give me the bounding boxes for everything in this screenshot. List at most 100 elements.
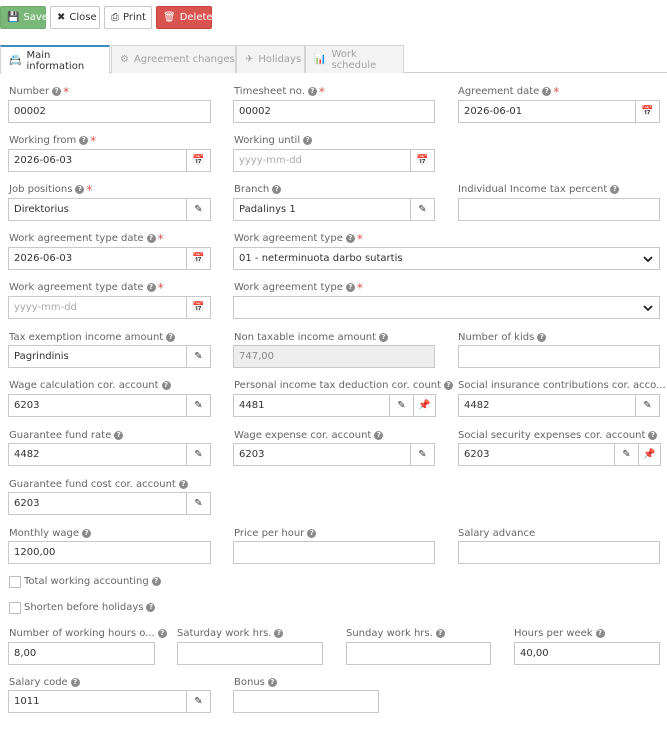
edit-button[interactable]: ✎ [636,394,660,417]
help-icon[interactable]: ? [82,529,92,538]
working-hours-input[interactable]: 8,00 [8,642,155,665]
save-button[interactable]: 💾 Save [0,6,48,29]
pin-button[interactable]: 📌 [639,443,661,466]
guarantee-fund-cost-input[interactable]: 6203 [8,492,187,515]
wage-expense-account-label: Wage expense cor. account? [234,430,384,441]
help-icon[interactable]: ? [70,678,80,687]
help-icon[interactable]: ? [79,136,89,145]
help-icon[interactable]: ? [166,333,176,342]
hours-per-week-input[interactable]: 40,00 [514,642,660,665]
help-icon[interactable]: ? [307,87,317,96]
income-tax-percent-input[interactable] [458,198,660,221]
help-icon[interactable]: ? [444,381,454,390]
agreement-type-date-input[interactable]: 2026-06-03 [8,247,187,270]
working-until-input[interactable]: yyyy-mm-dd [233,149,411,172]
price-per-hour-input[interactable] [233,541,435,564]
monthly-wage-input[interactable]: 1200,00 [8,541,211,564]
salary-advance-label: Salary advance [458,528,536,539]
tab-holidays[interactable]: ✈ Holidays [236,45,305,73]
pin-icon: 📌 [643,449,656,460]
edit-button[interactable]: ✎ [187,394,211,417]
help-icon[interactable]: ? [146,283,156,292]
help-icon[interactable]: ? [345,283,355,292]
help-icon[interactable]: ? [161,381,171,390]
help-icon[interactable]: ? [151,577,161,586]
help-icon[interactable]: ? [610,185,620,194]
agreement-type-date-2-label: Work agreement type date? * [9,280,164,295]
agreement-type-2-select[interactable] [233,296,660,319]
calendar-button[interactable]: 📅 [187,247,211,270]
help-icon[interactable]: ? [178,480,188,489]
saturday-hrs-input[interactable] [177,642,323,665]
plane-icon: ✈ [245,54,254,65]
edit-button[interactable]: ✎ [411,198,435,221]
agreement-type-date-2-input[interactable]: yyyy-mm-dd [8,296,187,319]
help-icon[interactable]: ? [157,629,167,638]
pencil-icon: ✎ [418,204,427,215]
help-icon[interactable]: ? [272,185,282,194]
help-icon[interactable]: ? [542,87,552,96]
help-icon[interactable]: ? [52,87,62,96]
help-icon[interactable]: ? [435,629,445,638]
edit-button[interactable]: ✎ [390,394,414,417]
edit-button[interactable]: ✎ [411,443,435,466]
calendar-button[interactable]: 📅 [411,149,435,172]
help-icon[interactable]: ? [274,629,284,638]
edit-button[interactable]: ✎ [615,443,639,466]
help-icon[interactable]: ? [379,333,389,342]
saturday-hrs-label: Saturday work hrs.? [177,628,284,639]
salary-code-input[interactable]: 1011 [8,690,187,713]
help-icon[interactable]: ? [595,629,605,638]
close-button[interactable]: ✖ Close [50,6,100,29]
job-positions-input[interactable]: Direktorius [8,198,187,221]
help-icon[interactable]: ? [374,431,384,440]
help-icon[interactable]: ? [146,234,156,243]
help-icon[interactable]: ? [303,136,313,145]
help-icon[interactable]: ? [75,185,85,194]
help-icon[interactable]: ? [146,603,156,612]
bonus-input[interactable] [233,690,379,713]
tab-work-schedule[interactable]: 📊 Work schedule [305,45,404,73]
tab-agreement-changes[interactable]: ⚙ Agreement changes [111,45,236,73]
non-taxable-label: Non taxable income amount? [234,332,389,343]
guarantee-fund-rate-input[interactable]: 4482 [8,443,187,466]
number-input[interactable]: 00002 [8,100,211,123]
total-working-checkbox[interactable] [9,576,21,588]
pit-deduction-account-input[interactable]: 4481 [233,394,390,417]
edit-button[interactable]: ✎ [187,345,211,368]
pencil-icon: ✎ [194,351,203,362]
salary-advance-input[interactable] [458,541,660,564]
wage-calc-account-input[interactable]: 6203 [8,394,187,417]
working-from-input[interactable]: 2026-06-03 [8,149,187,172]
delete-button[interactable]: 🗑 Delete [156,6,213,29]
kids-input[interactable] [458,345,660,368]
edit-button[interactable]: ✎ [187,492,211,515]
edit-button[interactable]: ✎ [187,690,211,713]
tax-exemption-input[interactable]: Pagrindinis [8,345,187,368]
wage-expense-account-input[interactable]: 6203 [233,443,411,466]
help-icon[interactable]: ? [537,333,547,342]
help-icon[interactable]: ? [648,431,658,440]
timesheet-no-input[interactable]: 00002 [233,100,435,123]
tax-exemption-label: Tax exemption income amount? [9,332,176,343]
sunday-hrs-input[interactable] [346,642,491,665]
help-icon[interactable]: ? [307,529,317,538]
branch-input[interactable]: Padalinys 1 [233,198,411,221]
agreement-date-input[interactable]: 2026-06-01 [458,100,636,123]
calendar-button[interactable]: 📅 [636,100,660,123]
edit-button[interactable]: ✎ [187,443,211,466]
pin-button[interactable]: 📌 [414,394,436,417]
edit-button[interactable]: ✎ [187,198,211,221]
shorten-holidays-checkbox[interactable] [9,602,21,614]
social-insurance-account-input[interactable]: 4482 [458,394,636,417]
print-button[interactable]: ⎙ Print [104,6,152,29]
help-icon[interactable]: ? [267,678,277,687]
tab-main-information[interactable]: 📇 Main information [0,45,110,74]
calendar-button[interactable]: 📅 [187,296,211,319]
calendar-button[interactable]: 📅 [187,149,211,172]
social-security-account-input[interactable]: 6203 [458,443,615,466]
calendar-icon: 📅 [192,302,205,313]
help-icon[interactable]: ? [345,234,355,243]
agreement-type-select[interactable]: 01 - neterminuota darbo sutartis [233,247,660,270]
help-icon[interactable]: ? [114,431,124,440]
